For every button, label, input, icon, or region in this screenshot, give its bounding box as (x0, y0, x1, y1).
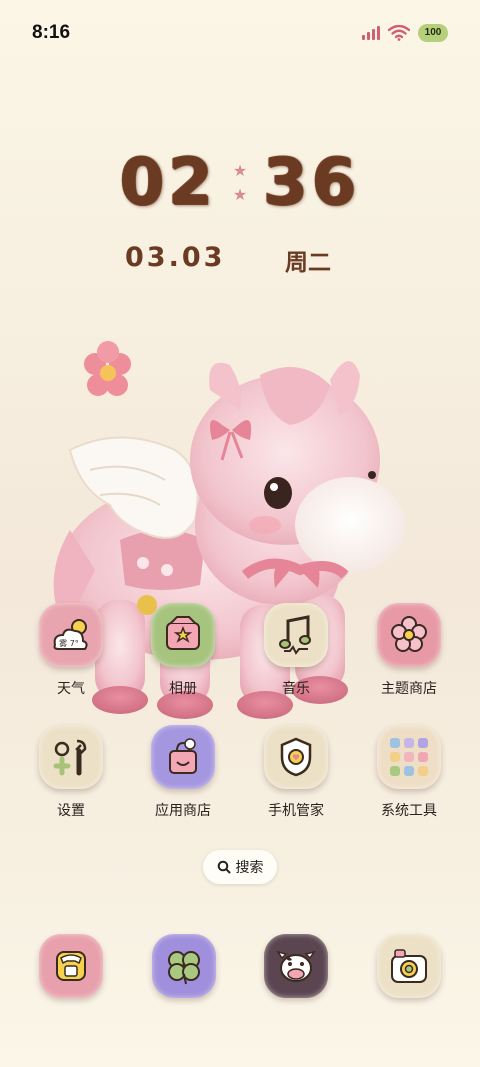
weather-icon-text: 雾 7° (59, 639, 79, 648)
app-app-store[interactable]: 应用商店 (133, 725, 233, 820)
phone-icon[interactable] (39, 934, 103, 998)
star-icon: ★ (232, 185, 248, 204)
app-label: 天气 (57, 681, 85, 697)
app-label: 设置 (57, 803, 85, 819)
system-tools-folder-icon (377, 725, 441, 789)
clover-messages-icon[interactable] (152, 934, 216, 998)
app-phone-manager[interactable]: 手机管家 (246, 725, 346, 820)
phone-manager-icon (264, 725, 328, 789)
theme-store-icon (377, 603, 441, 667)
cow-contacts-icon[interactable] (264, 934, 328, 998)
date-text: 03.03 (125, 242, 226, 273)
clock-separator: ★ ★ (233, 163, 247, 203)
app-gallery[interactable]: 相册 (133, 603, 233, 698)
date-row: 03.03 周二 (0, 242, 480, 276)
settings-icon (39, 725, 103, 789)
search-icon (217, 860, 230, 874)
app-music[interactable]: 音乐 (246, 603, 346, 698)
status-icons: 100 (362, 24, 448, 42)
status-time: 8:16 (32, 22, 71, 43)
app-label: 应用商店 (155, 803, 211, 819)
clock-hours: 02 (119, 146, 217, 220)
signal-icon (362, 26, 380, 40)
app-label: 系统工具 (381, 803, 437, 819)
wifi-icon (388, 25, 410, 41)
app-theme-store[interactable]: 主题商店 (359, 603, 459, 698)
app-weather[interactable]: 雾 7° 天气 (21, 603, 121, 698)
app-settings[interactable]: 设置 (21, 725, 121, 820)
star-icon: ★ (232, 161, 248, 180)
app-label: 手机管家 (268, 803, 324, 819)
music-icon (264, 603, 328, 667)
gallery-icon (151, 603, 215, 667)
clock-minutes: 36 (263, 146, 361, 220)
app-label: 相册 (169, 681, 197, 697)
flower-decoration (84, 341, 131, 396)
app-system-tools-folder[interactable]: 系统工具 (359, 725, 459, 820)
battery-icon: 100 (418, 24, 448, 42)
camera-icon[interactable] (377, 934, 441, 998)
app-label: 音乐 (282, 681, 310, 697)
search-label: 搜索 (235, 860, 264, 876)
clock-widget[interactable]: 02 ★ ★ 36 (0, 146, 480, 220)
weather-icon: 雾 7° (39, 603, 103, 667)
app-store-icon (151, 725, 215, 789)
app-label: 主题商店 (381, 681, 437, 697)
weekday-text: 周二 (285, 250, 331, 276)
search-button[interactable]: 搜索 (203, 850, 277, 884)
status-bar: 8:16 100 (0, 0, 480, 68)
